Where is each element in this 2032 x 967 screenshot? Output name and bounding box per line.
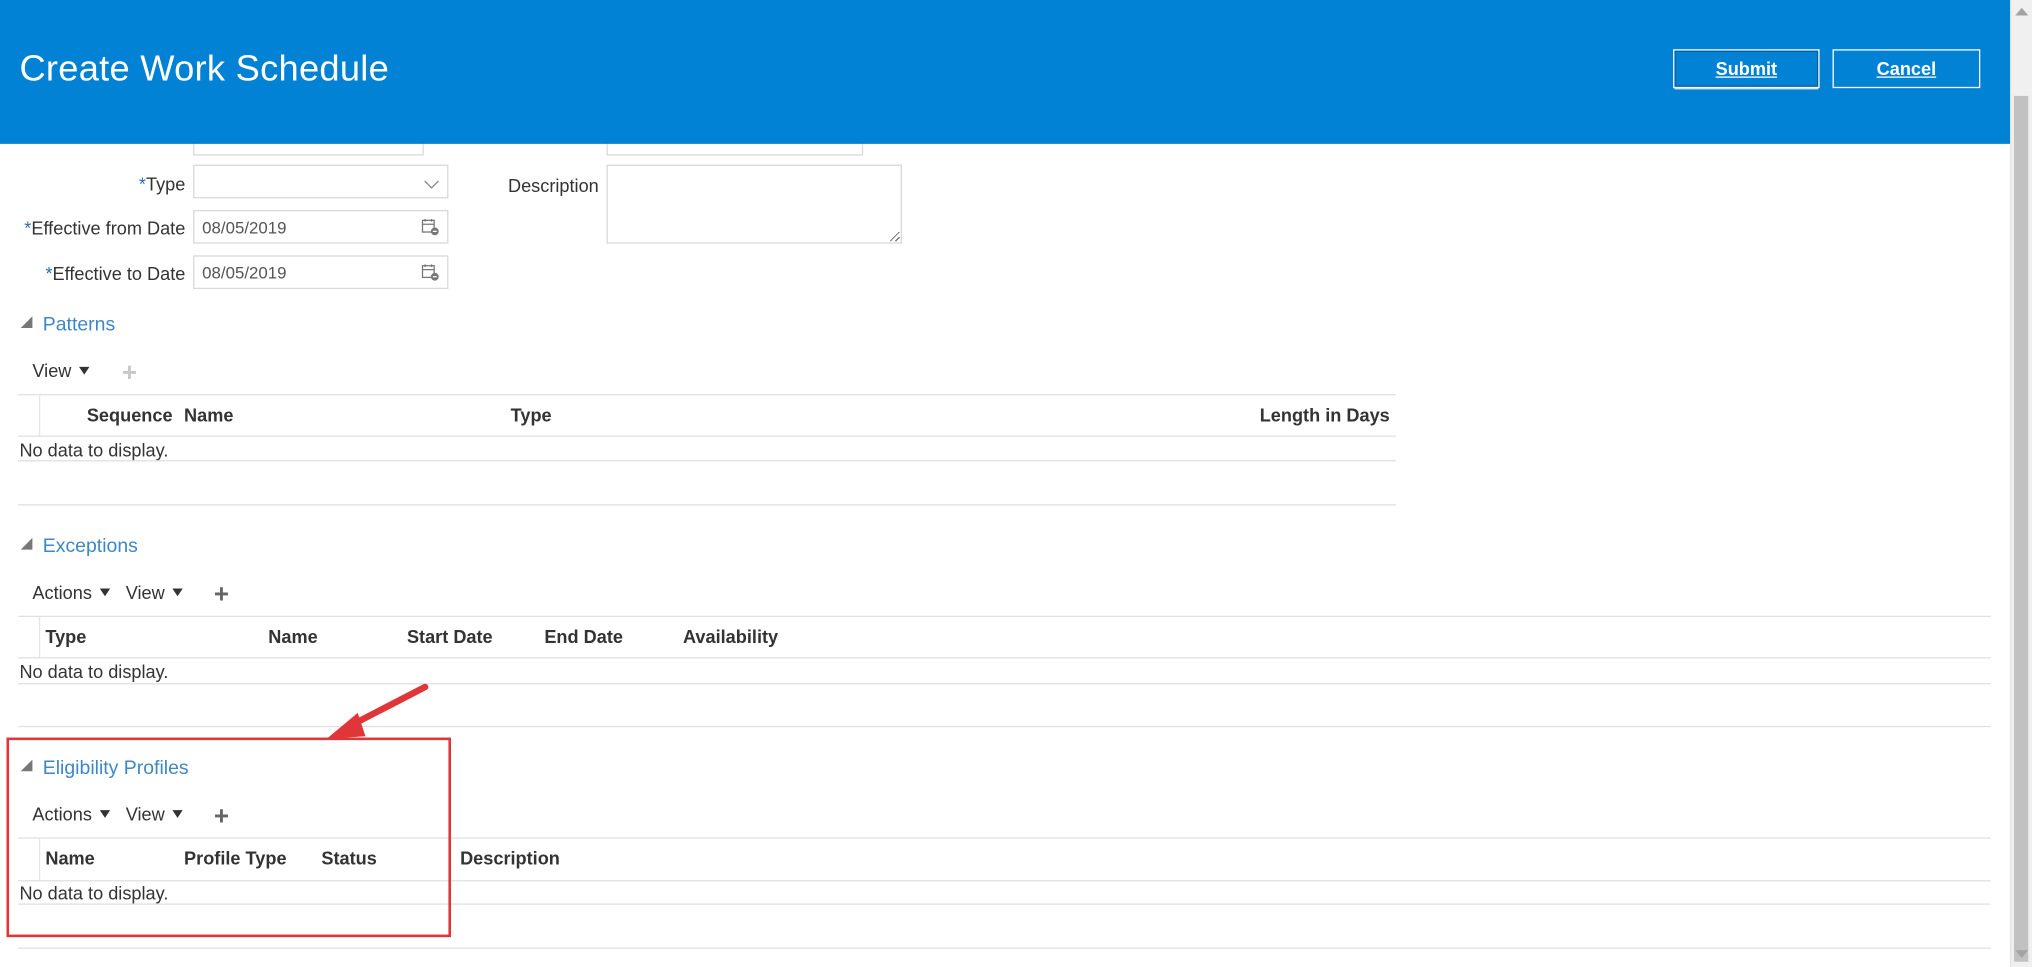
cancel-label: Cancel <box>1876 58 1937 80</box>
column-header-length[interactable]: Length in Days <box>1260 404 1390 425</box>
description-textarea[interactable] <box>606 164 903 244</box>
page-header: Create Work Schedule Submit Cancel <box>0 0 2011 144</box>
page: Create Work Schedule Submit Cancel *Type… <box>0 0 2032 967</box>
submit-label: Submit <box>1715 58 1778 80</box>
scroll-up-icon[interactable] <box>2015 7 2029 16</box>
collapse-triangle-icon[interactable] <box>20 537 33 550</box>
divider <box>18 394 1396 396</box>
required-mark: * <box>138 173 146 195</box>
divider <box>18 504 1396 506</box>
effective-to-label: *Effective to Date <box>45 263 186 284</box>
divider <box>18 460 1396 462</box>
add-exception-icon[interactable]: + <box>214 582 229 608</box>
exceptions-view-menu[interactable]: View <box>126 582 183 603</box>
type-select[interactable] <box>193 164 449 199</box>
effective-to-value: 08/05/2019 <box>202 262 287 282</box>
dropdown-arrow-icon <box>172 588 183 597</box>
effective-from-input[interactable]: 08/05/2019 <box>193 209 449 244</box>
required-mark: * <box>45 263 53 284</box>
submit-button[interactable]: Submit <box>1673 49 1820 89</box>
type-label: *Type <box>138 173 186 195</box>
patterns-view-menu[interactable]: View <box>32 360 90 381</box>
patterns-empty-text: No data to display. <box>19 439 169 461</box>
column-separator <box>38 395 41 437</box>
effective-from-label: *Effective from Date <box>24 217 186 239</box>
scrollbar-thumb[interactable] <box>2013 95 2029 962</box>
column-header-description[interactable]: Description <box>460 848 560 869</box>
cancel-button[interactable]: Cancel <box>1832 49 1981 89</box>
exceptions-actions-menu[interactable]: Actions <box>32 582 111 603</box>
calendar-icon[interactable] <box>421 218 439 236</box>
patterns-title[interactable]: Patterns <box>43 314 115 336</box>
effective-from-value: 08/05/2019 <box>202 217 287 237</box>
divider <box>18 435 1396 437</box>
highlight-box <box>6 737 452 938</box>
column-separator <box>38 616 41 659</box>
exceptions-empty-text: No data to display. <box>19 661 169 682</box>
dropdown-arrow-icon <box>79 366 90 375</box>
vertical-scrollbar[interactable] <box>2010 0 2032 967</box>
exceptions-title[interactable]: Exceptions <box>43 535 138 557</box>
column-header-start-date[interactable]: Start Date <box>407 626 493 647</box>
add-pattern-icon[interactable]: + <box>122 360 137 386</box>
collapse-triangle-icon[interactable] <box>20 316 33 328</box>
divider <box>18 657 1991 659</box>
dropdown-arrow-icon <box>99 588 111 597</box>
calendar-icon[interactable] <box>421 263 439 281</box>
column-header-name[interactable]: Name <box>184 404 233 425</box>
annotation-arrow-icon <box>326 683 429 739</box>
scroll-down-icon[interactable] <box>2015 950 2029 958</box>
page-title: Create Work Schedule <box>19 47 390 89</box>
column-header-type[interactable]: Type <box>45 626 86 647</box>
column-header-type[interactable]: Type <box>511 404 552 425</box>
description-label: Description <box>507 174 599 196</box>
chevron-down-icon <box>424 174 439 189</box>
column-header-name[interactable]: Name <box>268 626 317 647</box>
column-header-sequence[interactable]: Sequence <box>87 404 173 425</box>
column-header-end-date[interactable]: End Date <box>544 626 623 647</box>
effective-to-input[interactable]: 08/05/2019 <box>193 255 449 290</box>
divider <box>18 947 1991 949</box>
column-header-availability[interactable]: Availability <box>683 626 778 647</box>
divider <box>18 615 1991 617</box>
